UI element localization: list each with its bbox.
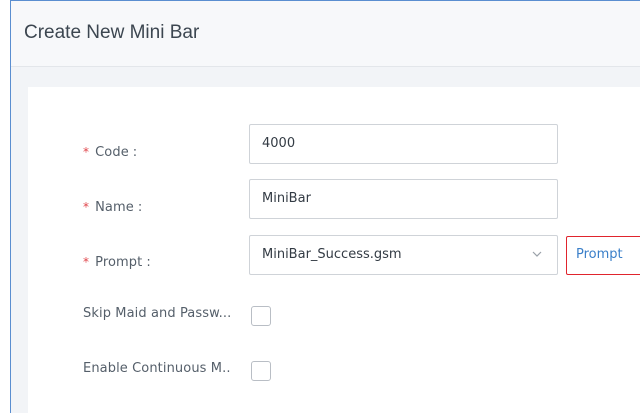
required-mark: * xyxy=(83,145,90,159)
prompt-button[interactable]: Prompt xyxy=(566,236,640,275)
name-value: MiniBar xyxy=(262,191,311,206)
prompt-label-colon: : xyxy=(146,255,151,270)
chevron-down-icon xyxy=(532,251,542,257)
code-field[interactable]: 4000 xyxy=(249,124,558,164)
name-field[interactable]: MiniBar xyxy=(249,179,558,219)
prompt-label: * Prompt: xyxy=(83,255,151,270)
required-mark: * xyxy=(83,200,90,214)
dialog-title: Create New Mini Bar xyxy=(24,22,200,43)
prompt-value: MiniBar_Success.gsm xyxy=(262,247,402,262)
skip-maid-label: Skip Maid and Passw... xyxy=(83,306,232,321)
code-value: 4000 xyxy=(262,136,296,151)
skip-maid-checkbox[interactable] xyxy=(251,306,271,326)
name-label-colon: : xyxy=(137,200,143,215)
required-mark: * xyxy=(83,255,90,269)
code-label-colon: : xyxy=(132,145,138,160)
name-label: * Name: xyxy=(83,200,142,215)
prompt-label-text: Prompt xyxy=(95,255,143,270)
name-label-text: Name xyxy=(95,200,134,215)
code-label-text: Code xyxy=(95,145,129,160)
dialog-header: Create New Mini Bar xyxy=(11,1,640,67)
code-label: * Code: xyxy=(83,145,137,160)
prompt-select[interactable]: MiniBar_Success.gsm xyxy=(249,235,558,275)
enable-continuous-checkbox[interactable] xyxy=(251,361,271,381)
enable-continuous-label: Enable Continuous M.. xyxy=(83,361,231,376)
